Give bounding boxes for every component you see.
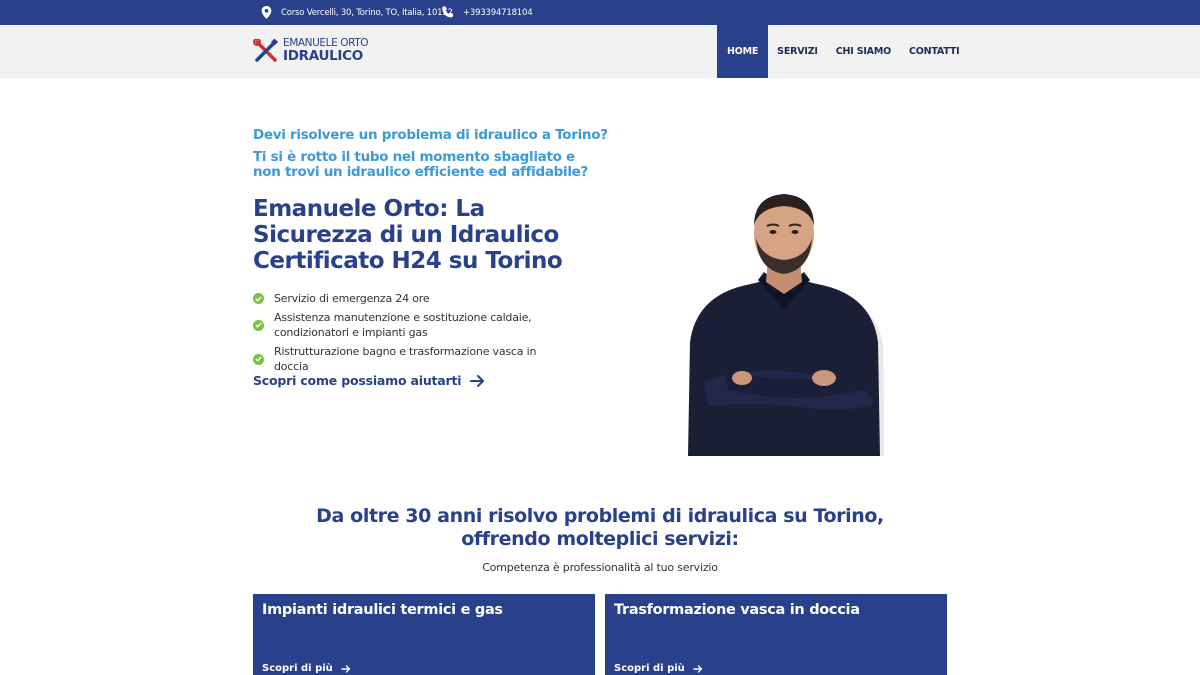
nav-contatti[interactable]: CONTATTI	[900, 25, 968, 78]
top-info-bar: Corso Vercelli, 30, Torino, TO, Italia, …	[0, 0, 1200, 25]
check-circle-icon	[253, 353, 264, 365]
logo-name: EMANUELE ORTO	[283, 37, 369, 49]
hero-cta-label: Scopri come possiamo aiutarti	[253, 373, 462, 388]
logo-subtitle: IDRAULICO	[283, 47, 363, 64]
list-item: Assistenza manutenzione e sostituzione c…	[253, 310, 573, 340]
service-card-title: Impianti idraulici termici e gas	[262, 602, 503, 618]
map-pin-icon	[261, 6, 272, 19]
hero-question-2: Ti si è rotto il tubo nel momento sbagli…	[253, 149, 589, 180]
service-card-title: Trasformazione vasca in doccia	[614, 602, 860, 618]
main-nav: HOME SERVIZI CHI SIAMO CONTATTI	[717, 25, 968, 78]
feature-text: Assistenza manutenzione e sostituzione c…	[274, 311, 532, 339]
services-subtitle: Competenza è professionalità al tuo serv…	[482, 561, 718, 574]
nav-servizi[interactable]: SERVIZI	[768, 25, 827, 78]
service-card-link-label: Scopri di più	[614, 663, 685, 674]
nav-home[interactable]: HOME	[717, 25, 769, 78]
arrow-right-icon	[693, 664, 702, 673]
list-item: Ristrutturazione bagno e trasformazione …	[253, 344, 573, 374]
feature-text: Servizio di emergenza 24 ore	[274, 292, 430, 305]
nav-chi-siamo[interactable]: CHI SIAMO	[827, 25, 900, 78]
wrench-screwdriver-icon	[253, 38, 279, 62]
phone-text[interactable]: +393394718104	[463, 8, 533, 18]
service-card-link[interactable]: Scopri di più	[614, 663, 703, 674]
check-circle-icon	[253, 319, 264, 331]
phone-info[interactable]: +393394718104	[441, 0, 533, 25]
service-card[interactable]: Impianti idraulici termici e gas Scopri …	[253, 594, 595, 675]
arrow-right-icon	[470, 374, 485, 387]
arrow-right-icon	[341, 664, 350, 673]
service-card-link[interactable]: Scopri di più	[262, 663, 351, 674]
hero-cta-link[interactable]: Scopri come possiamo aiutarti	[253, 373, 485, 388]
site-header: EMANUELE ORTO IDRAULICO HOME SERVIZI CHI…	[0, 25, 1200, 78]
site-logo[interactable]: EMANUELE ORTO IDRAULICO	[253, 37, 369, 64]
portrait-photo	[688, 194, 884, 456]
hero-question-1: Devi risolvere un problema di idraulico …	[253, 127, 608, 143]
address-text: Corso Vercelli, 30, Torino, TO, Italia, …	[281, 7, 453, 18]
phone-icon	[442, 6, 454, 18]
hero-title: Emanuele Orto: La Sicurezza di un Idraul…	[253, 196, 563, 274]
list-item: Servizio di emergenza 24 ore	[253, 291, 573, 306]
services-title: Da oltre 30 anni risolvo problemi di idr…	[316, 505, 884, 550]
feature-text: Ristrutturazione bagno e trasformazione …	[274, 345, 537, 373]
service-card[interactable]: Trasformazione vasca in doccia Scopri di…	[605, 594, 947, 675]
service-card-link-label: Scopri di più	[262, 663, 333, 674]
address-info: Corso Vercelli, 30, Torino, TO, Italia, …	[261, 0, 453, 25]
feature-list: Servizio di emergenza 24 ore Assistenza …	[253, 291, 573, 378]
check-circle-icon	[253, 293, 264, 304]
